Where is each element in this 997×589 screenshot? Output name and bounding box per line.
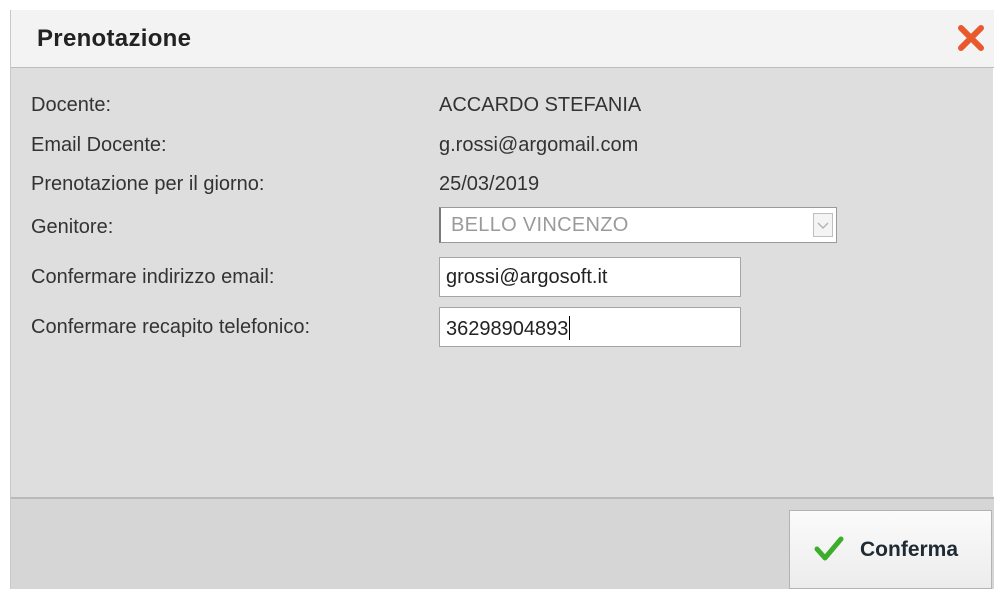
chevron-down-icon xyxy=(813,213,833,237)
check-icon xyxy=(814,535,844,563)
docente-label: Docente: xyxy=(31,94,112,116)
genitore-select-value: BELLO VINCENZO xyxy=(451,214,629,236)
conferma-email-input[interactable]: grossi@argosoft.it xyxy=(439,257,741,297)
conferma-telefono-label: Confermare recapito telefonico: xyxy=(31,316,311,338)
confirm-button[interactable]: Conferma xyxy=(789,510,992,589)
prenotazione-dialog: Prenotazione Docente: ACCARDO STEFANIA E… xyxy=(10,10,994,589)
conferma-telefono-input[interactable]: 36298904893 xyxy=(439,307,741,347)
docente-value: ACCARDO STEFANIA xyxy=(439,94,642,116)
confirm-button-label: Conferma xyxy=(860,538,959,561)
dialog-titlebar: Prenotazione xyxy=(11,10,994,68)
conferma-email-label: Confermare indirizzo email: xyxy=(31,266,275,288)
giorno-label: Prenotazione per il giorno: xyxy=(31,173,265,195)
genitore-select: BELLO VINCENZO xyxy=(439,207,837,243)
giorno-value: 25/03/2019 xyxy=(439,173,540,195)
close-icon[interactable] xyxy=(955,22,987,54)
email-docente-value: g.rossi@argomail.com xyxy=(439,134,639,156)
text-caret xyxy=(569,316,571,340)
conferma-telefono-value: 36298904893 xyxy=(446,318,569,340)
conferma-email-value: grossi@argosoft.it xyxy=(446,266,608,288)
email-docente-label: Email Docente: xyxy=(31,134,167,156)
genitore-label: Genitore: xyxy=(31,216,114,238)
dialog-title: Prenotazione xyxy=(37,25,192,52)
